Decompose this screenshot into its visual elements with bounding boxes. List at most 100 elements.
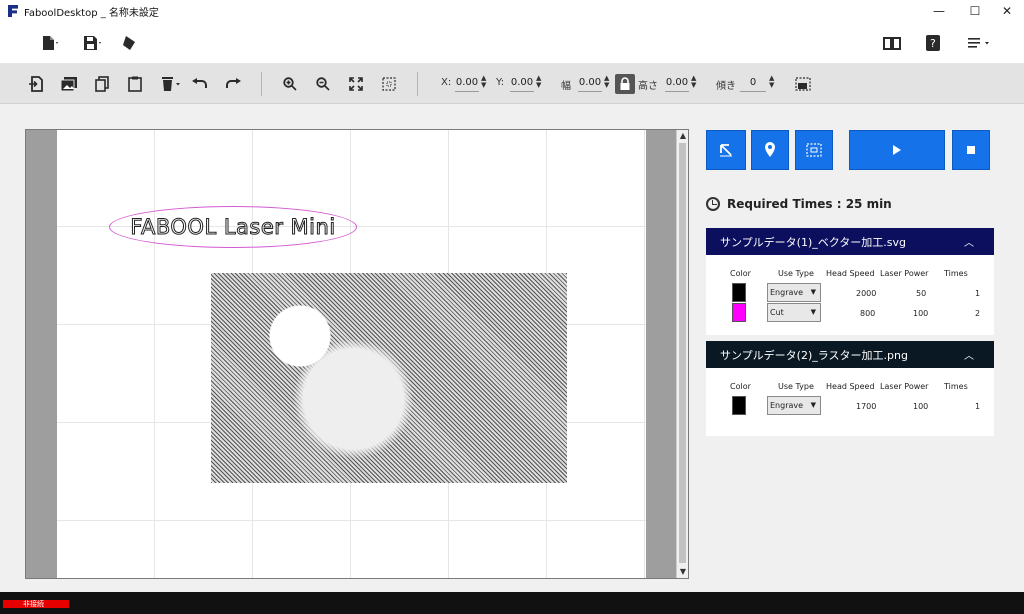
width-spinner[interactable]: ▲ ▼ — [604, 75, 609, 89]
color-swatch-black — [732, 283, 746, 302]
col-color: Color — [730, 269, 751, 278]
stop-button[interactable] — [952, 130, 990, 170]
head-speed-value[interactable]: 2000 — [856, 289, 876, 298]
scroll-down-arrow[interactable]: ▼ — [677, 566, 689, 578]
connection-status-badge: 非接続 — [3, 600, 69, 608]
copy-button[interactable] — [93, 74, 111, 94]
redo-button[interactable] — [224, 74, 242, 94]
group-header-1[interactable]: サンプルデータ(1)_ベクター加工.svg ︿ — [706, 228, 994, 255]
x-input[interactable]: 0.00 — [455, 76, 479, 92]
start-button[interactable] — [849, 130, 945, 170]
undo-icon — [192, 78, 207, 88]
height-spinner[interactable]: ▲ ▼ — [691, 75, 696, 89]
x-label: X: — [441, 77, 452, 88]
rotation-spinner[interactable]: ▲ ▼ — [769, 75, 774, 89]
laser-power-value[interactable]: 100 — [913, 309, 928, 318]
play-icon — [893, 145, 901, 155]
col-laser-power: Laser Power — [880, 382, 929, 391]
origin-button[interactable] — [706, 130, 746, 170]
position-button[interactable] — [751, 130, 789, 170]
clear-button[interactable] — [118, 32, 140, 54]
work-canvas[interactable]: FABOOL Laser Mini ▲ ▼ — [25, 129, 689, 579]
col-head-speed: Head Speed — [826, 382, 875, 391]
group-title-2: サンプルデータ(2)_ラスター加工.png — [720, 348, 908, 362]
head-speed-value[interactable]: 1700 — [856, 402, 876, 411]
chevron-up-icon[interactable]: ︿ — [964, 347, 974, 362]
import-button[interactable] — [27, 74, 45, 94]
expand-icon — [349, 77, 363, 91]
toolbar-separator — [417, 72, 418, 96]
app-logo-icon — [8, 5, 18, 17]
aspect-lock-button[interactable] — [615, 74, 635, 94]
use-type-select[interactable]: Engrave ▼ — [767, 283, 821, 302]
width-input[interactable]: 0.00 — [578, 76, 602, 92]
head-speed-value[interactable]: 800 — [860, 309, 875, 318]
x-spinner[interactable]: ▲ ▼ — [481, 75, 486, 89]
frame-button[interactable] — [794, 74, 812, 94]
group-body-1: Color Use Type Head Speed Laser Power Ti… — [706, 255, 994, 335]
image-button[interactable] — [60, 74, 78, 94]
dropdown-arrow-icon: ▼ — [810, 308, 816, 316]
frame-dashed-icon — [806, 143, 822, 157]
menu-bar: ? — [0, 22, 1024, 64]
lock-icon — [620, 77, 630, 90]
help-icon: ? — [926, 35, 940, 51]
undo-button[interactable] — [191, 74, 209, 94]
save-menu-button[interactable] — [78, 32, 106, 54]
y-label: Y: — [496, 77, 505, 88]
col-use-type: Use Type — [778, 269, 814, 278]
required-times-label: Required Times : 25 min — [727, 197, 892, 211]
select-all-button[interactable] — [380, 74, 398, 94]
work-area[interactable]: FABOOL Laser Mini — [57, 130, 646, 578]
help-button[interactable]: ? — [922, 32, 944, 54]
zoom-out-icon — [316, 77, 330, 91]
height-input[interactable]: 0.00 — [665, 76, 689, 92]
times-value[interactable]: 2 — [975, 309, 980, 318]
book-icon — [883, 37, 901, 50]
eraser-icon — [123, 36, 135, 50]
edit-toolbar: X: 0.00 ▲ ▼ Y: 0.00 ▲ ▼ 幅 0.00 ▲ ▼ 高さ 0.00 … — [0, 64, 1024, 104]
copy-icon — [95, 76, 109, 92]
clock-icon — [706, 197, 720, 211]
group-header-2[interactable]: サンプルデータ(2)_ラスター加工.png ︿ — [706, 341, 994, 368]
minimize-button[interactable]: — — [922, 0, 956, 22]
fit-view-button[interactable] — [347, 74, 365, 94]
times-value[interactable]: 1 — [975, 402, 980, 411]
zoom-in-button[interactable] — [281, 74, 299, 94]
paste-button[interactable] — [126, 74, 144, 94]
text-object-label: FABOOL Laser Mini — [130, 215, 336, 240]
vertical-scrollbar[interactable]: ▲ ▼ — [676, 130, 688, 578]
col-head-speed: Head Speed — [826, 269, 875, 278]
use-type-select[interactable]: Engrave ▼ — [767, 396, 821, 415]
close-button[interactable]: ✕ — [990, 0, 1024, 22]
laser-power-value[interactable]: 100 — [913, 402, 928, 411]
save-icon — [84, 36, 101, 50]
color-swatch-black — [732, 396, 746, 415]
text-object[interactable]: FABOOL Laser Mini — [109, 206, 357, 248]
group-title-1: サンプルデータ(1)_ベクター加工.svg — [720, 235, 907, 249]
y-input[interactable]: 0.00 — [510, 76, 534, 92]
frame-icon — [795, 77, 811, 91]
chevron-up-icon[interactable]: ︿ — [964, 234, 974, 249]
rotation-input[interactable]: 0 — [740, 76, 766, 92]
times-value[interactable]: 1 — [975, 289, 980, 298]
selection-icon — [382, 77, 396, 91]
scroll-up-arrow[interactable]: ▲ — [677, 130, 689, 142]
y-spinner[interactable]: ▲ ▼ — [536, 75, 541, 89]
import-icon — [29, 76, 43, 92]
image-icon — [61, 77, 77, 91]
maximize-button[interactable]: ☐ — [958, 0, 992, 22]
raster-image-object[interactable] — [211, 273, 567, 483]
file-menu-button[interactable] — [36, 32, 64, 54]
col-color: Color — [730, 382, 751, 391]
main-menu-button[interactable] — [964, 32, 994, 54]
scroll-thumb[interactable] — [679, 143, 686, 563]
use-type-select[interactable]: Cut ▼ — [767, 303, 821, 322]
menu-lines-icon — [968, 38, 989, 48]
zoom-out-button[interactable] — [314, 74, 332, 94]
manual-button[interactable] — [880, 32, 904, 54]
laser-power-value[interactable]: 50 — [916, 289, 926, 298]
col-times: Times — [944, 269, 968, 278]
delete-button[interactable] — [160, 74, 182, 94]
frame-check-button[interactable] — [795, 130, 833, 170]
